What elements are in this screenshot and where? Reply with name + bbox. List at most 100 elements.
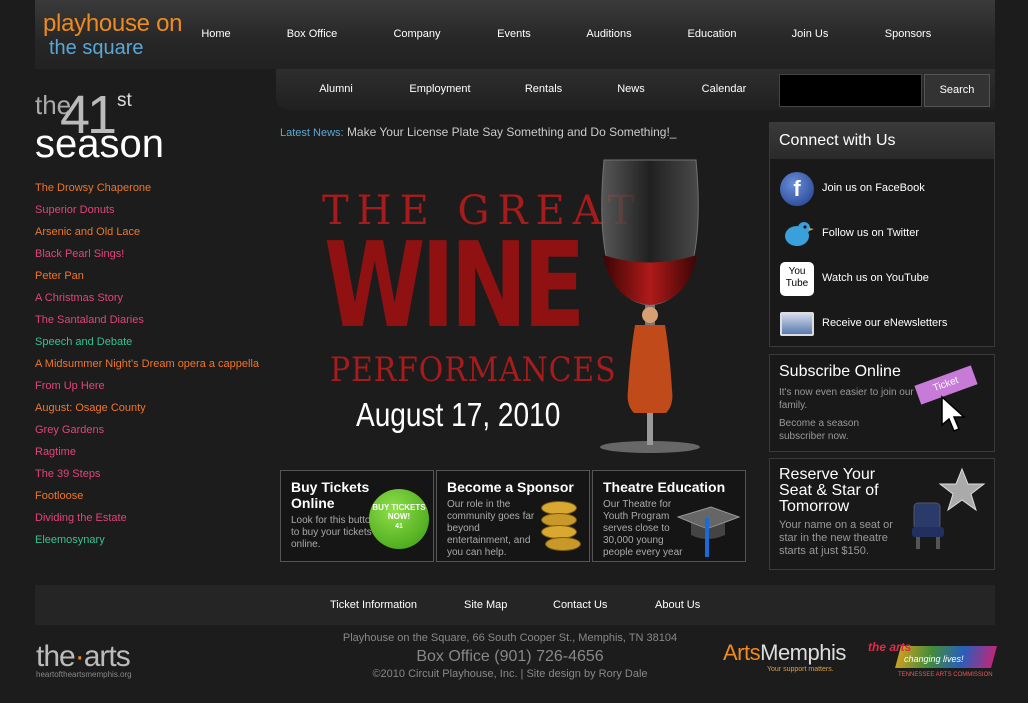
show-link[interactable]: Superior Donuts: [35, 202, 259, 224]
show-link[interactable]: Speech and Debate: [35, 334, 259, 356]
tac-line1: the arts: [868, 640, 912, 654]
twitter-icon: [785, 222, 814, 246]
newsletter-label: Receive our eNewsletters: [822, 317, 948, 329]
hero-banner[interactable]: THE GREAT WINE PERFORMANCES August 17, 2…: [280, 150, 740, 460]
buy-tickets-box[interactable]: Buy Tickets Online Look for this button …: [280, 470, 434, 562]
show-list: The Drowsy Chaperone Superior Donuts Arsen…: [35, 180, 259, 554]
show-link[interactable]: Grey Gardens: [35, 422, 259, 444]
tac-line2: changing lives!: [904, 654, 964, 664]
badge-sub: 41: [395, 523, 403, 530]
subnav-calendar[interactable]: Calendar: [696, 69, 752, 110]
artsmemphis-b: Memphis: [760, 640, 846, 665]
show-link[interactable]: The Santaland Diaries: [35, 312, 259, 334]
season-suffix: st: [117, 90, 132, 111]
connect-title: Connect with Us: [770, 123, 994, 159]
site-logo[interactable]: playhouse on the square: [43, 12, 182, 60]
show-link[interactable]: Peter Pan: [35, 268, 259, 290]
show-link[interactable]: The Drowsy Chaperone: [35, 180, 259, 202]
show-link[interactable]: A Christmas Story: [35, 290, 259, 312]
sponsor-box[interactable]: Become a Sponsor Our role in the communi…: [436, 470, 590, 562]
education-box[interactable]: Theatre Education Our Theatre for Youth …: [592, 470, 746, 562]
sub-nav: Alumni Employment Rentals News Calendar …: [276, 69, 995, 110]
thearts-mid: ·: [74, 640, 85, 673]
artsmemphis-tag: Your support matters.: [767, 666, 834, 673]
star-icon: [938, 467, 986, 512]
nav-education[interactable]: Education: [649, 0, 775, 69]
show-link[interactable]: Black Pearl Sings!: [35, 246, 259, 268]
subnav-alumni[interactable]: Alumni: [306, 69, 366, 110]
reserve-text: Your name on a seat or star in the new t…: [779, 519, 893, 557]
badge-text: BUY TICKETS NOW!: [372, 503, 426, 521]
subscribe-text2: Become a season subscriber now.: [779, 418, 860, 442]
sponsor-text: Our role in the community goes far beyon…: [447, 499, 535, 558]
hero-date: August 17, 2010: [356, 396, 561, 433]
thearts-post: arts: [83, 640, 131, 673]
newsletter-icon: [780, 312, 814, 336]
twitter-label: Follow us on Twitter: [822, 227, 920, 239]
footer-site-map[interactable]: Site Map: [464, 585, 507, 625]
subnav-news[interactable]: News: [610, 69, 652, 110]
season-logo: the 41 st season: [35, 85, 175, 168]
gold-coins-icon: [537, 501, 583, 557]
buy-tickets-now-badge[interactable]: BUY TICKETS NOW! 41: [369, 489, 429, 549]
news-link[interactable]: Make Your License Plate Say Something an…: [347, 125, 677, 139]
show-link[interactable]: The 39 Steps: [35, 466, 259, 488]
nav-sponsors[interactable]: Sponsors: [845, 0, 971, 69]
hero-line2: WINE: [324, 216, 586, 354]
ticket-word: Ticket: [931, 374, 961, 395]
latest-news: Latest News: Make Your License Plate Say…: [280, 125, 676, 139]
nav-company[interactable]: Company: [375, 0, 459, 69]
subscribe-panel[interactable]: Subscribe Online It's now even easier to…: [769, 354, 995, 452]
nav-events[interactable]: Events: [459, 0, 569, 69]
footer-about-us[interactable]: About Us: [655, 585, 700, 625]
subnav-rentals[interactable]: Rentals: [516, 69, 571, 110]
twitter-link[interactable]: Follow us on Twitter: [770, 214, 994, 254]
buy-tickets-title: Buy Tickets Online: [291, 479, 370, 511]
footer-info: Playhouse on the Square, 66 South Cooper…: [280, 632, 740, 680]
show-link[interactable]: Footloose: [35, 488, 259, 510]
tac-line3: TENNESSEE ARTS COMMISSION: [898, 672, 993, 678]
nav-auditions[interactable]: Auditions: [569, 0, 649, 69]
header-bar: playhouse on the square Home Box Office …: [35, 0, 995, 69]
subscribe-text1: It's now even easier to join our family.: [779, 387, 914, 411]
show-link[interactable]: Dividing the Estate: [35, 510, 259, 532]
facebook-link[interactable]: f Join us on FaceBook: [770, 169, 994, 209]
show-link[interactable]: August: Osage County: [35, 400, 259, 422]
nav-box-office[interactable]: Box Office: [249, 0, 375, 69]
footer-box-office: Box Office (901) 726-4656: [416, 648, 604, 665]
search-button[interactable]: Search: [924, 74, 990, 107]
show-link[interactable]: Ragtime: [35, 444, 259, 466]
thearts-pre: the: [36, 640, 76, 673]
arts-memphis-logo[interactable]: ArtsMemphis Your support matters.: [723, 640, 846, 673]
youtube-link[interactable]: You Tube Watch us on YouTube: [770, 259, 994, 299]
the-arts-logo[interactable]: the·arts heartoftheartsmemphis.org: [36, 640, 132, 679]
footer-contact-us[interactable]: Contact Us: [553, 585, 607, 625]
search-input[interactable]: [779, 74, 922, 107]
tennessee-arts-commission-logo[interactable]: the arts changing lives! TENNESSEE ARTS …: [868, 640, 997, 682]
news-label: Latest News:: [280, 127, 344, 139]
subnav-employment[interactable]: Employment: [400, 69, 480, 110]
show-link[interactable]: Arsenic and Old Lace: [35, 224, 259, 246]
hero-line3: PERFORMANCES: [330, 350, 617, 390]
graduation-cap-icon: [676, 506, 741, 557]
main-nav: Home Box Office Company Events Auditions…: [183, 0, 971, 69]
nav-home[interactable]: Home: [183, 0, 249, 69]
reserve-title: Reserve Your Seat & Star of Tomorrow: [779, 466, 879, 515]
nav-join-us[interactable]: Join Us: [775, 0, 845, 69]
education-text: Our Theatre for Youth Program serves clo…: [603, 499, 683, 558]
newsletter-link[interactable]: Receive our eNewsletters: [770, 304, 994, 344]
logo-line1: playhouse on: [43, 10, 183, 37]
footer-ticket-info[interactable]: Ticket Information: [330, 585, 417, 625]
season-word: season: [35, 122, 164, 166]
subscribe-title: Subscribe Online: [779, 363, 901, 380]
youtube-label: Watch us on YouTube: [822, 272, 929, 284]
sponsor-title: Become a Sponsor: [447, 479, 574, 495]
show-link[interactable]: Eleemosynary: [35, 532, 259, 554]
artsmemphis-a: Arts: [723, 640, 761, 665]
footer-copyright: ©2010 Circuit Playhouse, Inc. | Site des…: [372, 668, 648, 680]
education-title: Theatre Education: [603, 479, 726, 495]
show-link[interactable]: From Up Here: [35, 378, 259, 400]
reserve-panel[interactable]: Reserve Your Seat & Star of Tomorrow You…: [769, 458, 995, 570]
wine-glass-icon: [600, 159, 700, 453]
show-link[interactable]: A Midsummer Night's Dream opera a cappel…: [35, 356, 259, 378]
